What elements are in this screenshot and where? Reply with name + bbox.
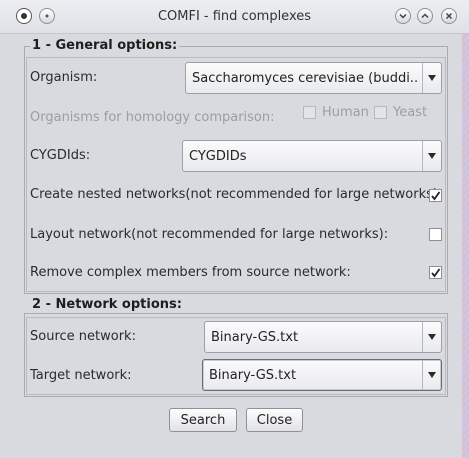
nested-networks-checkbox[interactable] [429, 189, 442, 202]
network-options-title: 2 - Network options: [30, 297, 184, 312]
source-network-label: Source network: [30, 329, 136, 344]
checkmark-icon [431, 268, 441, 278]
triangle-down-icon [428, 75, 436, 81]
cygdids-value: CYGDIDs [189, 149, 247, 164]
organism-combo-arrow[interactable] [422, 63, 441, 93]
comfi-dialog: COMFI - find complexes 1 - General optio… [0, 0, 469, 458]
organism-label: Organism: [30, 70, 98, 85]
background-window-edge [462, 34, 469, 458]
source-network-combo-arrow[interactable] [422, 322, 441, 352]
minimize-button[interactable] [395, 8, 411, 24]
source-network-combo[interactable]: Binary-GS.txt [204, 321, 442, 353]
checkmark-icon [431, 191, 441, 201]
source-network-value: Binary-GS.txt [211, 330, 299, 345]
chevron-down-icon [399, 13, 407, 19]
chevron-up-icon [421, 13, 429, 19]
cygdids-combo[interactable]: CYGDIDs [182, 140, 442, 172]
target-network-combo-arrow[interactable] [422, 360, 441, 390]
cygdids-label: CYGDIds: [30, 148, 91, 163]
title-bar[interactable]: COMFI - find complexes [0, 0, 469, 34]
yeast-label: Yeast [393, 105, 428, 120]
triangle-down-icon [428, 153, 436, 159]
close-button[interactable]: Close [246, 408, 303, 432]
organism-value: Saccharomyces cerevisiae (buddi... [192, 71, 417, 86]
close-icon [445, 12, 453, 20]
general-options-title: 1 - General options: [30, 38, 180, 53]
target-network-combo[interactable]: Binary-GS.txt [202, 359, 442, 391]
organism-combo[interactable]: Saccharomyces cerevisiae (buddi... [185, 62, 442, 94]
layout-network-label: Layout network(not recommended for large… [30, 227, 389, 242]
yeast-checkbox[interactable] [374, 106, 387, 119]
triangle-down-icon [428, 372, 436, 378]
nested-networks-label: Create nested networks(not recommended f… [30, 187, 443, 202]
close-window-button[interactable] [441, 8, 457, 24]
remove-members-label: Remove complex members from source netwo… [30, 265, 351, 280]
homology-label: Organisms for homology comparison: [30, 110, 275, 125]
layout-network-checkbox[interactable] [429, 228, 442, 241]
search-button[interactable]: Search [169, 408, 237, 432]
target-network-label: Target network: [30, 368, 132, 383]
target-network-value: Binary-GS.txt [209, 368, 297, 383]
maximize-button[interactable] [417, 8, 433, 24]
human-label: Human [322, 105, 369, 120]
remove-members-checkbox[interactable] [429, 266, 442, 279]
cygdids-combo-arrow[interactable] [422, 141, 441, 171]
triangle-down-icon [428, 334, 436, 340]
human-checkbox[interactable] [303, 106, 316, 119]
